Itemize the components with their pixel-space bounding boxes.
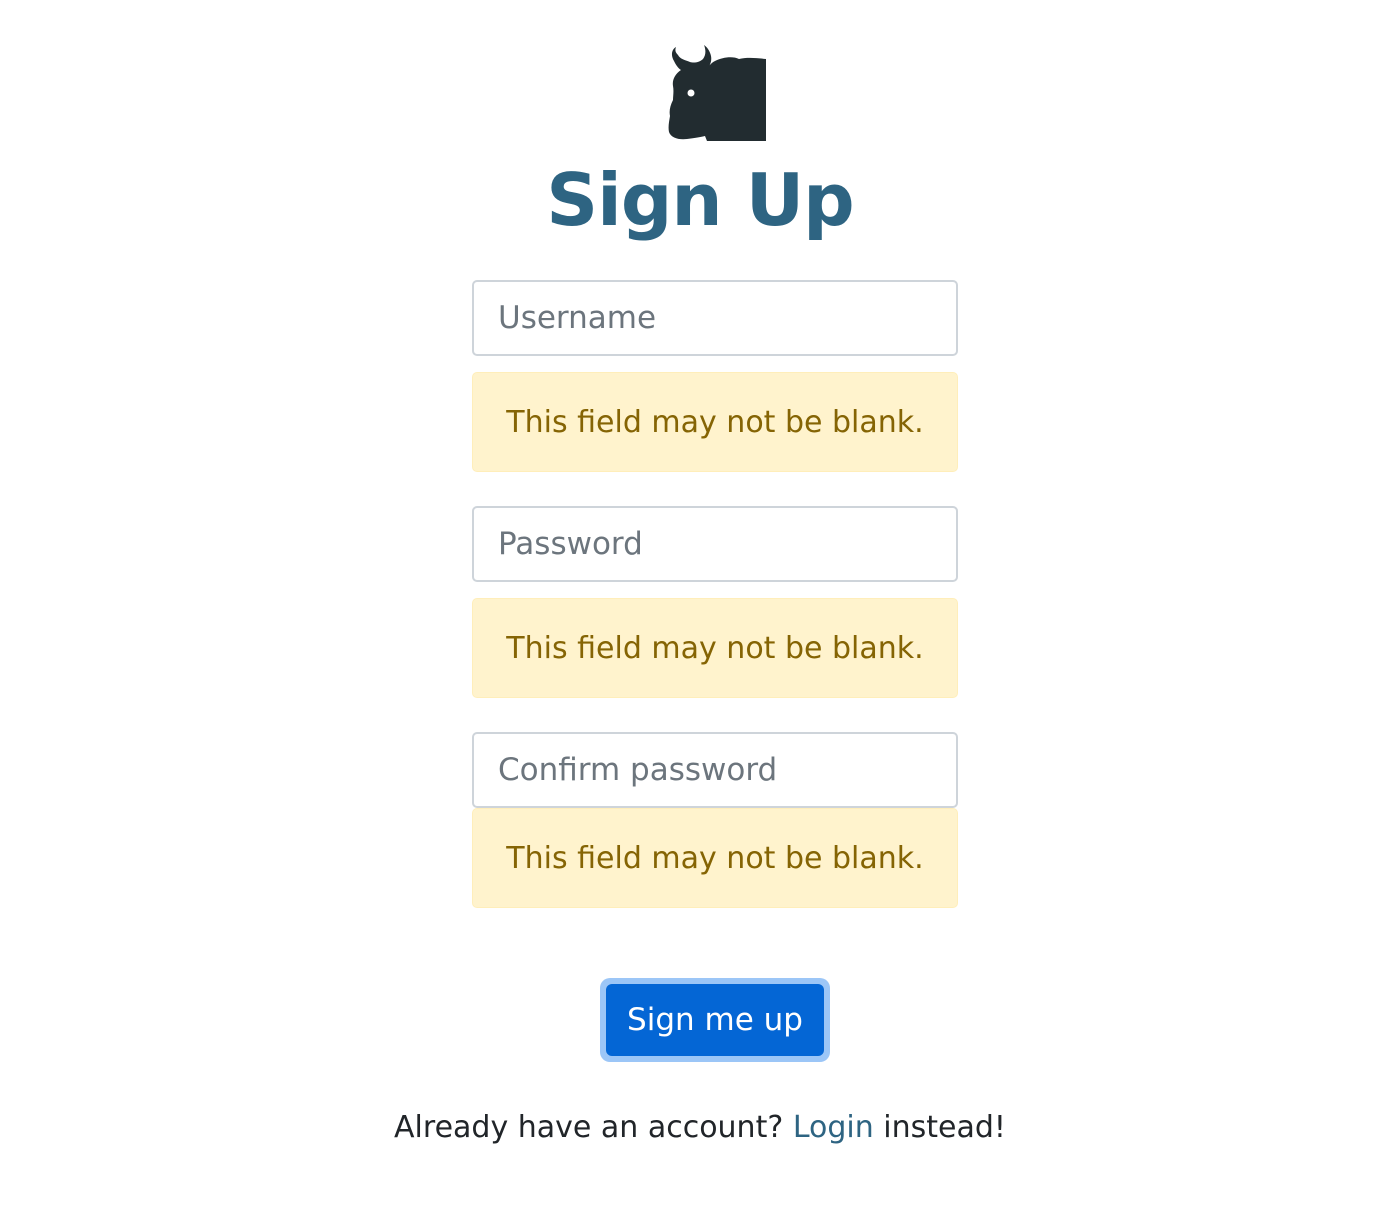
sign-up-button-focus-ring: Sign me up [600,978,830,1062]
page-title: Sign Up [546,158,854,242]
confirm-password-error-alert: This field may not be blank. [472,808,958,908]
username-error-alert: This field may not be blank. [472,372,958,472]
bison-logo-icon [668,45,766,141]
login-link[interactable]: Login [793,1110,874,1145]
login-prompt: Already have an account? Login instead! [0,1104,1400,1152]
username-input[interactable] [472,280,958,356]
login-prompt-suffix: instead! [883,1110,1006,1145]
sign-me-up-button[interactable]: Sign me up [606,984,824,1056]
password-input[interactable] [472,506,958,582]
login-prompt-prefix: Already have an account? [394,1110,784,1145]
sign-up-form: This field may not be blank. This field … [472,280,958,908]
confirm-password-input[interactable] [472,732,958,808]
username-error-text: This field may not be blank. [506,404,924,440]
password-error-text: This field may not be blank. [506,630,924,666]
confirm-password-error-text: This field may not be blank. [506,840,924,876]
password-error-alert: This field may not be blank. [472,598,958,698]
